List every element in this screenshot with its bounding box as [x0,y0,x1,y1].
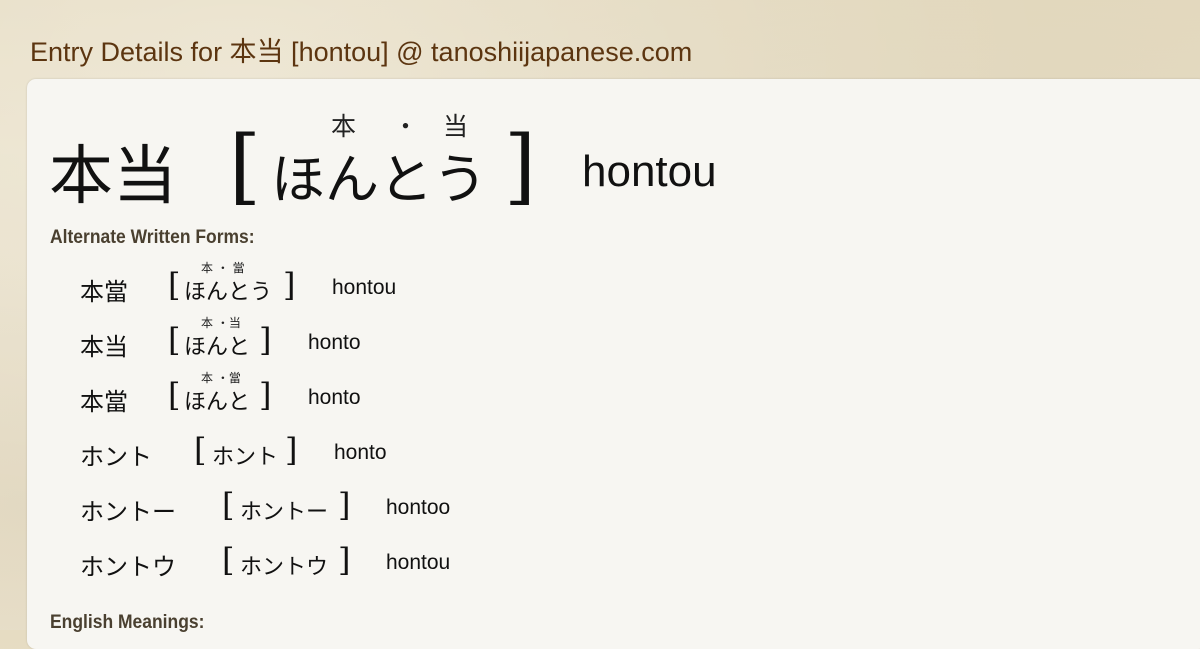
close-bracket: ] [259,321,272,359]
alternate-forms-label: Alternate Written Forms: [50,227,255,248]
alt-kana: ほんと [184,335,251,360]
list-item: ホント [ ホント ] honto [80,429,680,479]
alt-romaji: hontoo [386,496,451,519]
alt-kanji: ホント [80,443,152,471]
alt-kana: ほんとう [184,280,273,305]
alt-kanji: ホントウ [80,553,176,581]
alt-romaji: honto [308,331,361,354]
close-bracket: ] [285,431,298,469]
alt-romaji: honto [308,386,361,409]
open-bracket: [ [168,266,181,304]
english-meanings-label: English Meanings: [50,612,205,633]
alt-kanji: 本當 [80,278,128,306]
list-item: 本當 [ 本 ・當 ほんと ] honto [80,371,680,424]
alt-kanji: 本当 [80,333,128,361]
list-item: ホントウ [ ホントウ ] hontou [80,539,680,589]
open-bracket: [ [168,321,181,359]
close-bracket: ] [283,266,296,304]
main-romaji: hontou [582,147,717,196]
page-title: Entry Details for 本当 [hontou] @ tanoshii… [30,37,693,67]
alt-kana: ホントー [240,500,329,525]
close-bracket: ] [504,119,536,214]
alt-romaji: hontou [386,551,451,574]
alt-romaji: hontou [332,276,397,299]
close-bracket: ] [338,486,351,524]
alt-kana: ほんと [184,390,251,415]
open-bracket: [ [222,541,235,579]
open-bracket: [ [194,431,207,469]
open-bracket: [ [229,119,261,214]
open-bracket: [ [222,486,235,524]
main-kana: ほんとう [271,148,487,211]
list-item: 本當 [ 本 ・ 當 ほんとう ] hontou [80,261,680,314]
alt-kanji: 本當 [80,388,128,416]
main-kanji: 本当 [49,140,177,214]
open-bracket: [ [168,376,181,414]
list-item: ホントー [ ホントー ] hontoo [80,484,680,534]
entry-panel: 本当 [ 本 ・ 当 ほんとう ] hontou Alternate Writt… [27,79,1200,649]
close-bracket: ] [338,541,351,579]
list-item: 本当 [ 本 ・当 ほんと ] honto [80,316,680,369]
alt-kana: ホント [212,445,279,470]
alt-kanji: ホントー [80,498,176,526]
alt-kana: ホントウ [240,555,329,580]
alt-romaji: honto [334,441,387,464]
close-bracket: ] [259,376,272,414]
